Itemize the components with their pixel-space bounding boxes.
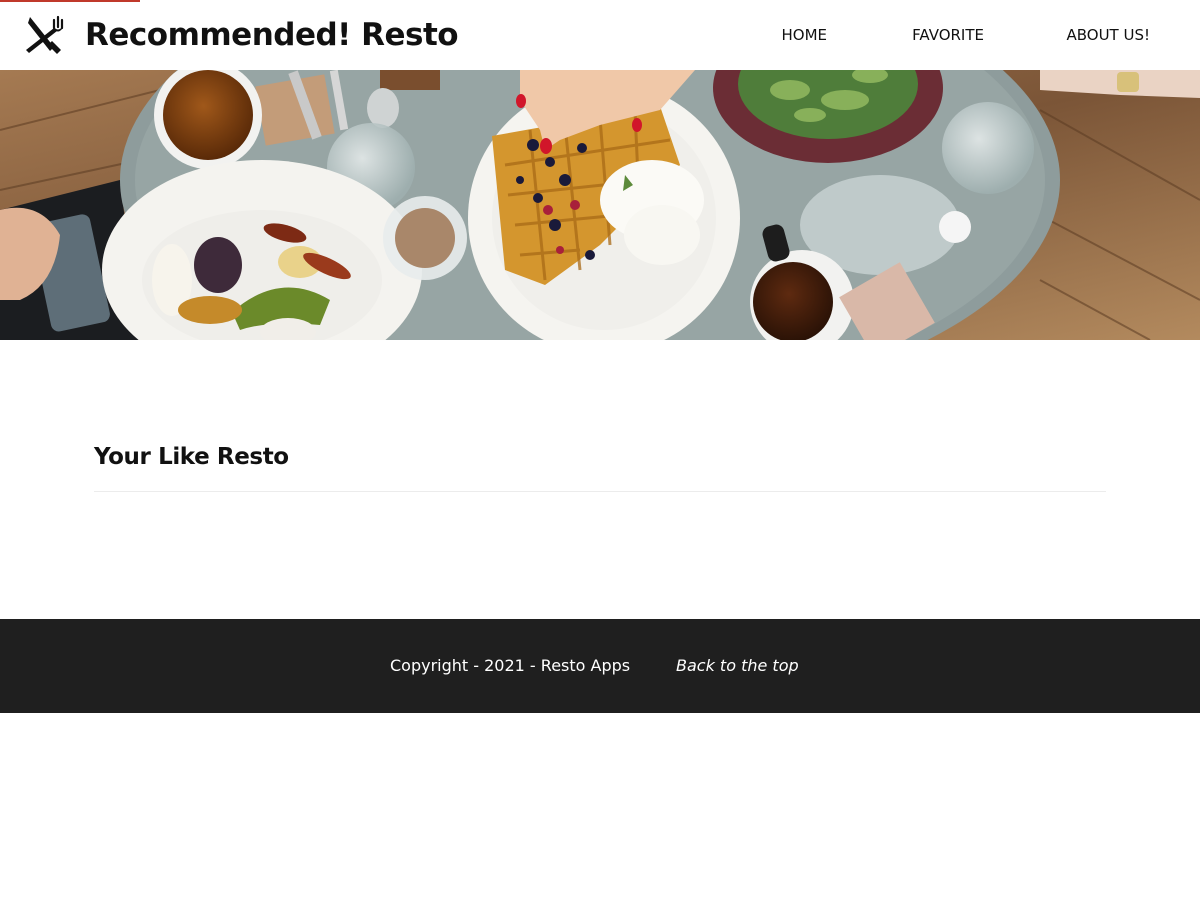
nav-favorite-link[interactable]: FAVORITE (912, 26, 984, 44)
brand[interactable]: Recommended! Resto (24, 14, 459, 56)
app-header: Recommended! Resto HOME FAVORITE ABOUT U… (0, 0, 1200, 70)
nav-home-link[interactable]: HOME (781, 26, 827, 44)
app-footer: Copyright - 2021 - Resto Apps Back to th… (0, 619, 1200, 713)
nav-about-link[interactable]: ABOUT US! (1066, 26, 1150, 44)
section-divider (94, 491, 1106, 492)
footer-copyright: Copyright - 2021 - Resto Apps (390, 656, 631, 675)
app-title: Recommended! Resto (85, 17, 459, 53)
loading-progress-line (0, 0, 140, 2)
back-to-top-link[interactable]: Back to the top (676, 656, 799, 675)
cutlery-icon (26, 15, 64, 54)
main-content: Your Like Resto (94, 340, 1106, 619)
hero-image (0, 70, 1200, 340)
section-title: Your Like Resto (94, 444, 289, 470)
